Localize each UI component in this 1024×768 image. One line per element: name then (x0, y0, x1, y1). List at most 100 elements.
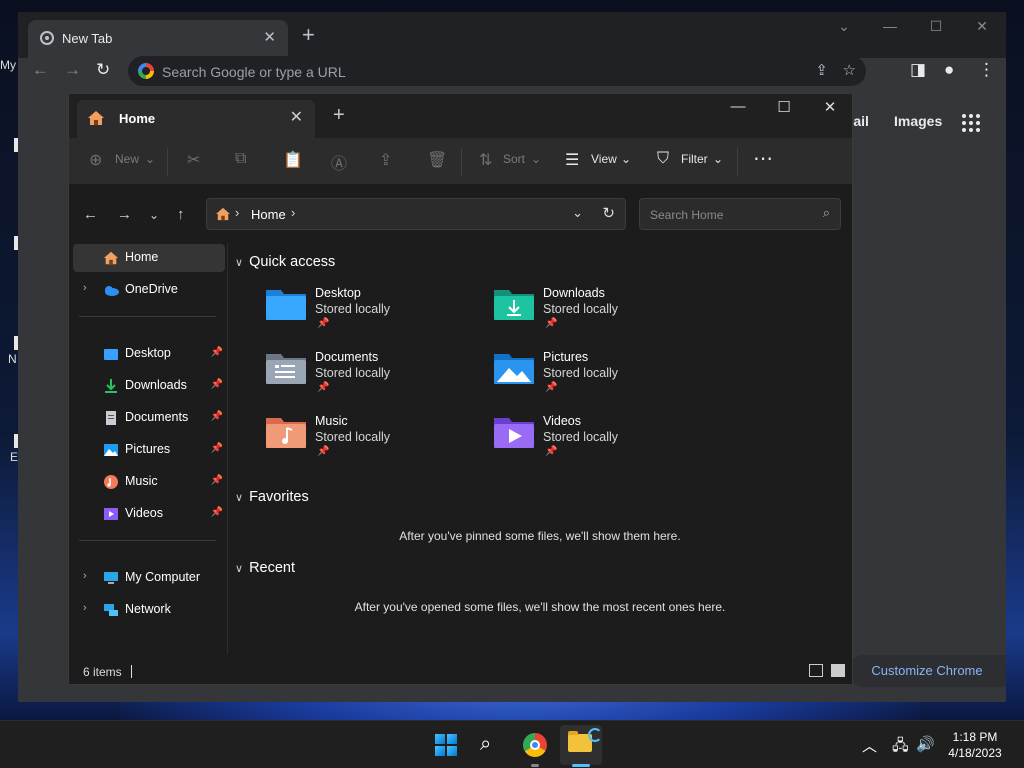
images-link[interactable]: Images (894, 113, 942, 129)
chrome-taskbar-icon[interactable] (523, 733, 547, 757)
start-button-icon[interactable] (435, 734, 457, 756)
chevron-right-icon[interactable]: › (235, 205, 239, 220)
omnibox-input[interactable] (160, 60, 804, 84)
copy-icon[interactable]: ⧉ (235, 150, 246, 168)
filter-button[interactable]: Filter (681, 152, 708, 166)
minimize-icon[interactable]: — (870, 18, 910, 34)
chevron-right-icon[interactable]: › (83, 282, 87, 294)
view-button[interactable]: View (591, 152, 617, 166)
close-window-icon[interactable]: ✕ (962, 18, 1002, 35)
chevron-down-icon[interactable]: ∨ (235, 256, 243, 269)
sidebar-item-videos[interactable]: Videos 📌 (73, 500, 225, 528)
chevron-right-icon[interactable]: › (83, 602, 87, 614)
sidebar-item-music[interactable]: Music 📌 (73, 468, 225, 496)
quick-access-tile-music[interactable]: Music Stored locally 📌 (259, 410, 479, 470)
quick-access-tile-pictures[interactable]: Pictures Stored locally 📌 (487, 346, 707, 406)
section-header-recent[interactable]: ∨ Recent (235, 560, 295, 576)
sidebar-item-desktop[interactable]: Desktop 📌 (73, 340, 225, 368)
chevron-right-icon[interactable]: › (83, 570, 87, 582)
side-panel-icon[interactable]: ◨ (910, 60, 926, 80)
back-icon[interactable]: ← (32, 60, 49, 80)
menu-dots-icon[interactable]: ⋮ (978, 60, 995, 80)
file-explorer-taskbar-icon[interactable] (560, 725, 602, 765)
tile-status: Stored locally (543, 430, 619, 444)
back-icon[interactable]: ← (83, 206, 98, 223)
explorer-new-tab-button[interactable]: + (333, 104, 345, 127)
section-header-favorites[interactable]: ∨ Favorites (235, 489, 309, 505)
home-icon (103, 251, 119, 265)
view-icon: ☰ (565, 152, 580, 169)
forward-icon[interactable]: → (64, 60, 81, 80)
quick-access-tile-desktop[interactable]: Desktop Stored locally 📌 (259, 282, 479, 342)
new-tab-button[interactable]: + (302, 22, 315, 48)
address-bar[interactable]: › Home › ⌄ ↻ (206, 198, 626, 230)
pin-icon[interactable]: 📌 (211, 475, 223, 486)
maximize-icon[interactable]: ☐ (761, 98, 807, 116)
share-icon[interactable]: ⇪ (379, 150, 392, 170)
network-status-icon[interactable]: 🖧 (892, 735, 909, 760)
refresh-icon[interactable]: ↻ (602, 204, 615, 222)
sidebar-item-documents[interactable]: Documents 📌 (73, 404, 225, 432)
close-window-icon[interactable]: ✕ (807, 98, 853, 116)
desktop-icon-label[interactable]: My (0, 58, 18, 72)
paste-icon[interactable]: 📋 (283, 150, 303, 170)
section-header-quick-access[interactable]: ∨ Quick access (235, 254, 335, 270)
pin-icon: 📌 (317, 318, 330, 329)
pin-icon[interactable]: 📌 (211, 411, 223, 422)
search-input[interactable] (648, 205, 812, 225)
chevron-down-icon[interactable]: ⌄ (572, 205, 583, 221)
sidebar-item-home[interactable]: Home (73, 244, 225, 272)
search-box[interactable]: ⌕ (639, 198, 841, 230)
omnibox[interactable]: ⇪ ☆ (128, 56, 866, 86)
sidebar-item-my-computer[interactable]: › My Computer (73, 564, 225, 592)
close-tab-icon[interactable]: ✕ (290, 107, 303, 127)
quick-access-tile-videos[interactable]: Videos Stored locally 📌 (487, 410, 707, 470)
explorer-tab-home[interactable]: Home ✕ (77, 100, 315, 138)
cut-icon[interactable]: ✂ (187, 150, 200, 170)
tiles-view-icon[interactable] (831, 664, 845, 677)
customize-chrome-button[interactable]: Customize Chrome (848, 655, 1006, 687)
pin-icon[interactable]: 📌 (211, 379, 223, 390)
recent-locations-icon[interactable]: ⌄ (149, 208, 159, 222)
chevron-down-icon[interactable]: ⌄ (824, 18, 864, 35)
chrome-tab-title: New Tab (62, 31, 113, 46)
new-icon: ⊕ (89, 152, 103, 169)
pin-icon: 📌 (317, 382, 330, 393)
minimize-icon[interactable]: — (715, 98, 761, 115)
sidebar-item-label: Network (125, 602, 171, 616)
star-icon[interactable]: ☆ (843, 61, 856, 79)
sidebar-item-onedrive[interactable]: › OneDrive (73, 276, 225, 304)
rename-icon[interactable]: Ⓐ (331, 150, 347, 174)
maximize-icon[interactable]: ☐ (916, 18, 956, 35)
chevron-up-icon[interactable]: ︿ (862, 735, 877, 756)
quick-access-tile-documents[interactable]: Documents Stored locally 📌 (259, 346, 479, 406)
pin-icon[interactable]: 📌 (211, 443, 223, 454)
close-icon[interactable]: ✕ (263, 28, 276, 46)
volume-icon[interactable]: 🔊 (916, 735, 935, 753)
more-options-icon[interactable]: ⋯ (753, 146, 773, 171)
new-button[interactable]: New (115, 152, 139, 166)
forward-icon[interactable]: → (117, 206, 132, 223)
chevron-down-icon[interactable]: ∨ (235, 491, 243, 504)
reload-icon[interactable]: ↻ (96, 60, 110, 80)
profile-icon[interactable]: ● (944, 60, 954, 80)
sidebar-item-downloads[interactable]: Downloads 📌 (73, 372, 225, 400)
chevron-down-icon[interactable]: ∨ (235, 562, 243, 575)
sidebar-item-pictures[interactable]: Pictures 📌 (73, 436, 225, 464)
video-icon (104, 508, 118, 520)
sidebar-item-network[interactable]: › Network (73, 596, 225, 624)
apps-grid-icon[interactable] (962, 114, 980, 132)
details-view-icon[interactable] (809, 664, 823, 677)
chevron-right-icon[interactable]: › (291, 205, 295, 220)
delete-icon[interactable]: 🗑 (427, 150, 447, 170)
chrome-tab-new-tab[interactable]: New Tab ✕ (28, 20, 288, 58)
breadcrumb[interactable]: Home (251, 207, 286, 222)
sort-button[interactable]: Sort (503, 152, 525, 166)
quick-access-tile-downloads[interactable]: Downloads Stored locally 📌 (487, 282, 707, 342)
system-clock[interactable]: 1:18 PM 4/18/2023 (940, 729, 1010, 761)
pin-icon[interactable]: 📌 (211, 507, 223, 518)
pin-icon[interactable]: 📌 (211, 347, 223, 358)
search-icon[interactable]: ⌕ (480, 733, 491, 756)
up-icon[interactable]: ↑ (177, 206, 185, 223)
share-icon[interactable]: ⇪ (815, 61, 828, 79)
